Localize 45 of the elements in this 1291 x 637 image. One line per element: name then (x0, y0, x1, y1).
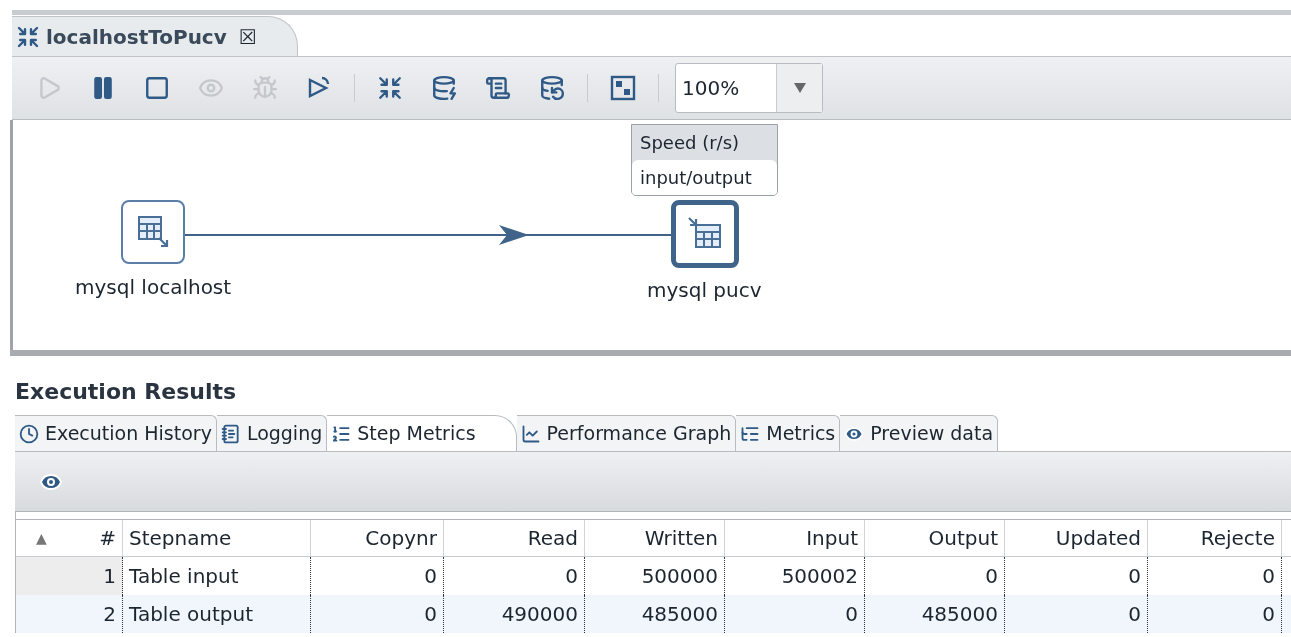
notepad-icon (220, 423, 241, 444)
column-header[interactable]: Copynr (365, 523, 437, 553)
table-cell: 0 (1005, 595, 1148, 633)
editor-tab[interactable]: localhostToPucv ☒ (12, 16, 298, 56)
section-title: Execution Results (14, 377, 238, 406)
results-tab[interactable]: Execution History (15, 415, 217, 451)
hop-arrow[interactable] (184, 225, 672, 245)
column-header[interactable]: Read (527, 523, 578, 553)
column-header[interactable]: Stepname (129, 523, 232, 553)
results-tab[interactable]: Logging (216, 415, 328, 451)
column-header[interactable]: Written (644, 523, 718, 553)
column-header[interactable]: Rejecte (1200, 523, 1275, 553)
column-header[interactable]: Input (806, 523, 858, 553)
table-cell: Table output (123, 595, 311, 633)
dropdown-arrow-icon (792, 82, 807, 94)
step-label: mysql localhost (75, 274, 232, 301)
column-header[interactable]: Updated (1055, 523, 1141, 553)
zoom-value: 100% (681, 75, 741, 102)
table-cell: 490000 (444, 595, 585, 633)
shrink-icon (16, 24, 40, 49)
step-node[interactable] (671, 200, 739, 268)
results-tab[interactable]: Preview data (840, 415, 999, 451)
sort-arrow[interactable]: ▲ (36, 527, 47, 549)
results-tab[interactable]: Metrics (736, 415, 841, 451)
row-number: 2 (16, 595, 123, 633)
table-cell: 485000 (585, 595, 725, 633)
zoom-combobox[interactable]: 100% (675, 63, 823, 113)
line-chart-icon (520, 423, 541, 444)
numbered-list-icon (331, 423, 352, 444)
table-cell: 0 (725, 595, 865, 633)
tab-title: localhostToPucv (46, 23, 227, 51)
table-cell: 0 (1148, 595, 1282, 633)
dropdown-button[interactable] (776, 64, 822, 112)
step-node[interactable] (121, 200, 185, 264)
close-icon[interactable]: ☒ (238, 21, 257, 52)
row-number: 1 (16, 557, 123, 595)
results-tab[interactable]: Performance Graph (516, 415, 737, 451)
clock-icon (19, 423, 39, 444)
table-cell: 0 (311, 595, 444, 633)
table-cell: 485000 (865, 595, 1005, 633)
column-header[interactable]: # (99, 523, 116, 553)
column-header[interactable]: Output (928, 523, 998, 553)
step-label: mysql pucv (647, 277, 762, 304)
results-tab[interactable]: Step Metrics (327, 415, 517, 451)
tooltip-line: Speed (r/s) (639, 131, 741, 155)
